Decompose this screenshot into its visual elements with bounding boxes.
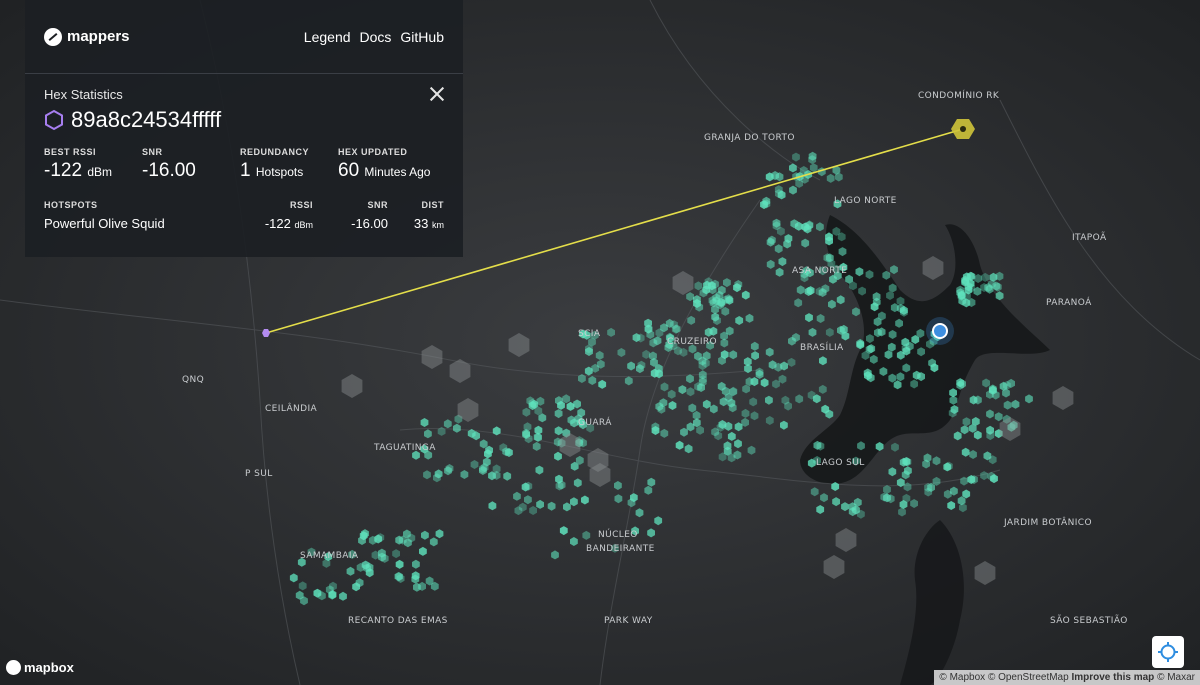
top-nav: Legend Docs GitHub [304, 29, 444, 45]
place-label: BRASÍLIA [800, 341, 844, 353]
metric-value-row: 60 Minutes Ago [338, 160, 436, 182]
hotspots-table-header: HOTSPOTS RSSI SNR DIST [44, 200, 444, 210]
hotspot-row[interactable]: Powerful Olive Squid -122 dBm -16.00 33 … [44, 216, 444, 231]
place-label: NÚCLEO [598, 528, 638, 540]
col-dist: DIST [421, 200, 444, 210]
mapbox-logo-text: mapbox [24, 660, 74, 675]
hotspot-rssi: -122 dBm [261, 216, 313, 231]
place-label: ASA NORTE [792, 266, 847, 276]
hexagon-icon [45, 109, 63, 131]
place-label: LAGO NORTE [834, 196, 897, 206]
place-label: ITAPOÃ [1072, 232, 1107, 243]
hotspot-rssi-value: -122 [264, 216, 291, 231]
metric-snr: SNR -16.00 [142, 147, 240, 182]
hotspot-marker-dot [960, 126, 966, 132]
place-label: GRANJA DO TORTO [704, 133, 795, 143]
metric-value: 60 [338, 160, 360, 181]
place-label: SAMAMBAIA [300, 551, 359, 561]
place-label: GUARÁ [578, 416, 612, 428]
attribution-mapbox[interactable]: © Mapbox [939, 672, 985, 683]
nav-github-link[interactable]: GitHub [400, 29, 444, 45]
metric-value-row: -122 dBm [44, 160, 142, 182]
hotspot-rssi-unit: dBm [294, 220, 313, 230]
place-label: PARK WAY [604, 616, 653, 626]
close-icon[interactable] [429, 86, 445, 102]
map-attribution: © Mapbox © OpenStreetMap Improve this ma… [934, 670, 1200, 685]
metric-value: 1 [240, 160, 251, 181]
user-location[interactable] [926, 317, 954, 345]
place-label: QNQ [182, 375, 204, 385]
metric-value: -122 [44, 160, 83, 181]
hotspot-dist: 33 km [388, 216, 444, 231]
hotspot-dist-value: 33 [413, 216, 429, 231]
metric-label: BEST RSSI [44, 147, 97, 157]
metric-hex-updated: HEX UPDATED 60 Minutes Ago [338, 147, 436, 182]
hotspot-snr: -16.00 [351, 216, 388, 231]
metric-unit: Minutes Ago [364, 165, 431, 179]
place-label: SÃO SEBASTIÃO [1050, 615, 1128, 626]
brand[interactable]: mappers [44, 27, 130, 46]
hex-stats-title: Hex Statistics [44, 87, 123, 102]
mapbox-logo[interactable]: mapbox [6, 660, 74, 675]
nav-docs-link[interactable]: Docs [360, 29, 392, 45]
hex-stats-section: Hex Statistics 89a8c24534fffff BEST RSSI… [25, 74, 463, 231]
place-label: CEILÂNDIA [265, 402, 318, 414]
place-label: BANDEIRANTE [586, 544, 655, 554]
col-hotspots: HOTSPOTS [44, 200, 98, 210]
attribution-maxar[interactable]: © Maxar [1157, 672, 1195, 683]
metric-unit: Hotspots [255, 165, 304, 179]
panel-header: mappers Legend Docs GitHub [25, 0, 463, 74]
place-label: TAGUATINGA [373, 443, 436, 453]
place-label: RECANTO DAS EMAS [348, 616, 448, 626]
nav-legend-link[interactable]: Legend [304, 29, 351, 45]
hex-id: 89a8c24534fffff [71, 107, 222, 132]
attribution-improve[interactable]: Improve this map [1071, 672, 1154, 683]
metric-label: HEX UPDATED [338, 147, 408, 157]
brand-name: mappers [67, 28, 130, 45]
metric-label: REDUNDANCY [240, 147, 310, 157]
col-rssi: RSSI [289, 200, 313, 210]
place-label: PARANOÁ [1046, 296, 1092, 308]
metric-label: SNR [142, 147, 163, 157]
col-snr: SNR [367, 200, 388, 210]
place-label: CRUZEIRO [667, 337, 717, 347]
hex-statistics-panel: mappers Legend Docs GitHub Hex Statistic… [25, 0, 463, 257]
attribution-osm[interactable]: © OpenStreetMap [988, 672, 1069, 683]
metric-unit: dBm [87, 165, 112, 179]
metric-value: -16.00 [142, 160, 196, 181]
hotspot-dist-unit: km [432, 220, 444, 230]
metric-value-row: -16.00 [142, 160, 240, 182]
crosshair-icon [1158, 642, 1178, 662]
place-label: SCIA [578, 329, 601, 339]
place-label: JARDIM BOTÂNICO [1003, 516, 1092, 528]
place-label: P SUL [245, 469, 273, 479]
geolocate-button[interactable] [1152, 636, 1184, 668]
hotspot-name[interactable]: Powerful Olive Squid [44, 216, 261, 231]
place-label: CONDOMÍNIO RK [918, 89, 1000, 101]
mappers-logo-icon [44, 27, 62, 46]
place-label: LAGO SUL [816, 458, 865, 468]
mapbox-logo-icon [6, 660, 21, 675]
hex-id-row: 89a8c24534fffff [44, 107, 444, 133]
metric-redundancy: REDUNDANCY 1 Hotspots [240, 147, 338, 182]
metric-value-row: 1 Hotspots [240, 160, 338, 182]
metric-best-rssi: BEST RSSI -122 dBm [44, 147, 142, 182]
hex-metrics: BEST RSSI -122 dBm SNR -16.00 REDUNDANCY… [44, 147, 444, 182]
